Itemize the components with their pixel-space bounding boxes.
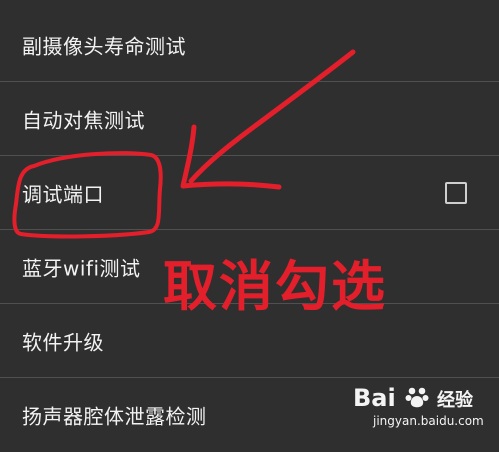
watermark-logo: Bai	[353, 384, 396, 412]
setting-label: 副摄像头寿命测试	[22, 34, 186, 58]
watermark-logo-suffix: 经验	[437, 390, 473, 411]
setting-label: 扬声器腔体泄露检测	[22, 404, 207, 429]
setting-label: 蓝牙wifi测试	[22, 256, 141, 280]
checkbox-icon[interactable]	[445, 181, 467, 204]
setting-label: 软件升级	[22, 330, 104, 354]
cancel-check-annotation: 取消勾选	[163, 255, 387, 318]
baidu-paw-icon	[405, 387, 429, 408]
setting-row-debug-port[interactable]: 调试端口	[0, 156, 499, 230]
setting-label: 自动对焦测试	[22, 108, 145, 132]
watermark: Bai 经验 jingyan.baidu.com	[345, 380, 485, 434]
setting-row-autofocus-test[interactable]: 自动对焦测试	[0, 82, 499, 156]
setting-row-sub-camera-life-test[interactable]: 副摄像头寿命测试	[0, 8, 499, 82]
settings-list: 副摄像头寿命测试 自动对焦测试 调试端口 蓝牙wifi测试 软件升级 扬声器腔体…	[0, 0, 499, 442]
watermark-url: jingyan.baidu.com	[373, 414, 484, 428]
setting-label: 调试端口	[22, 182, 104, 206]
